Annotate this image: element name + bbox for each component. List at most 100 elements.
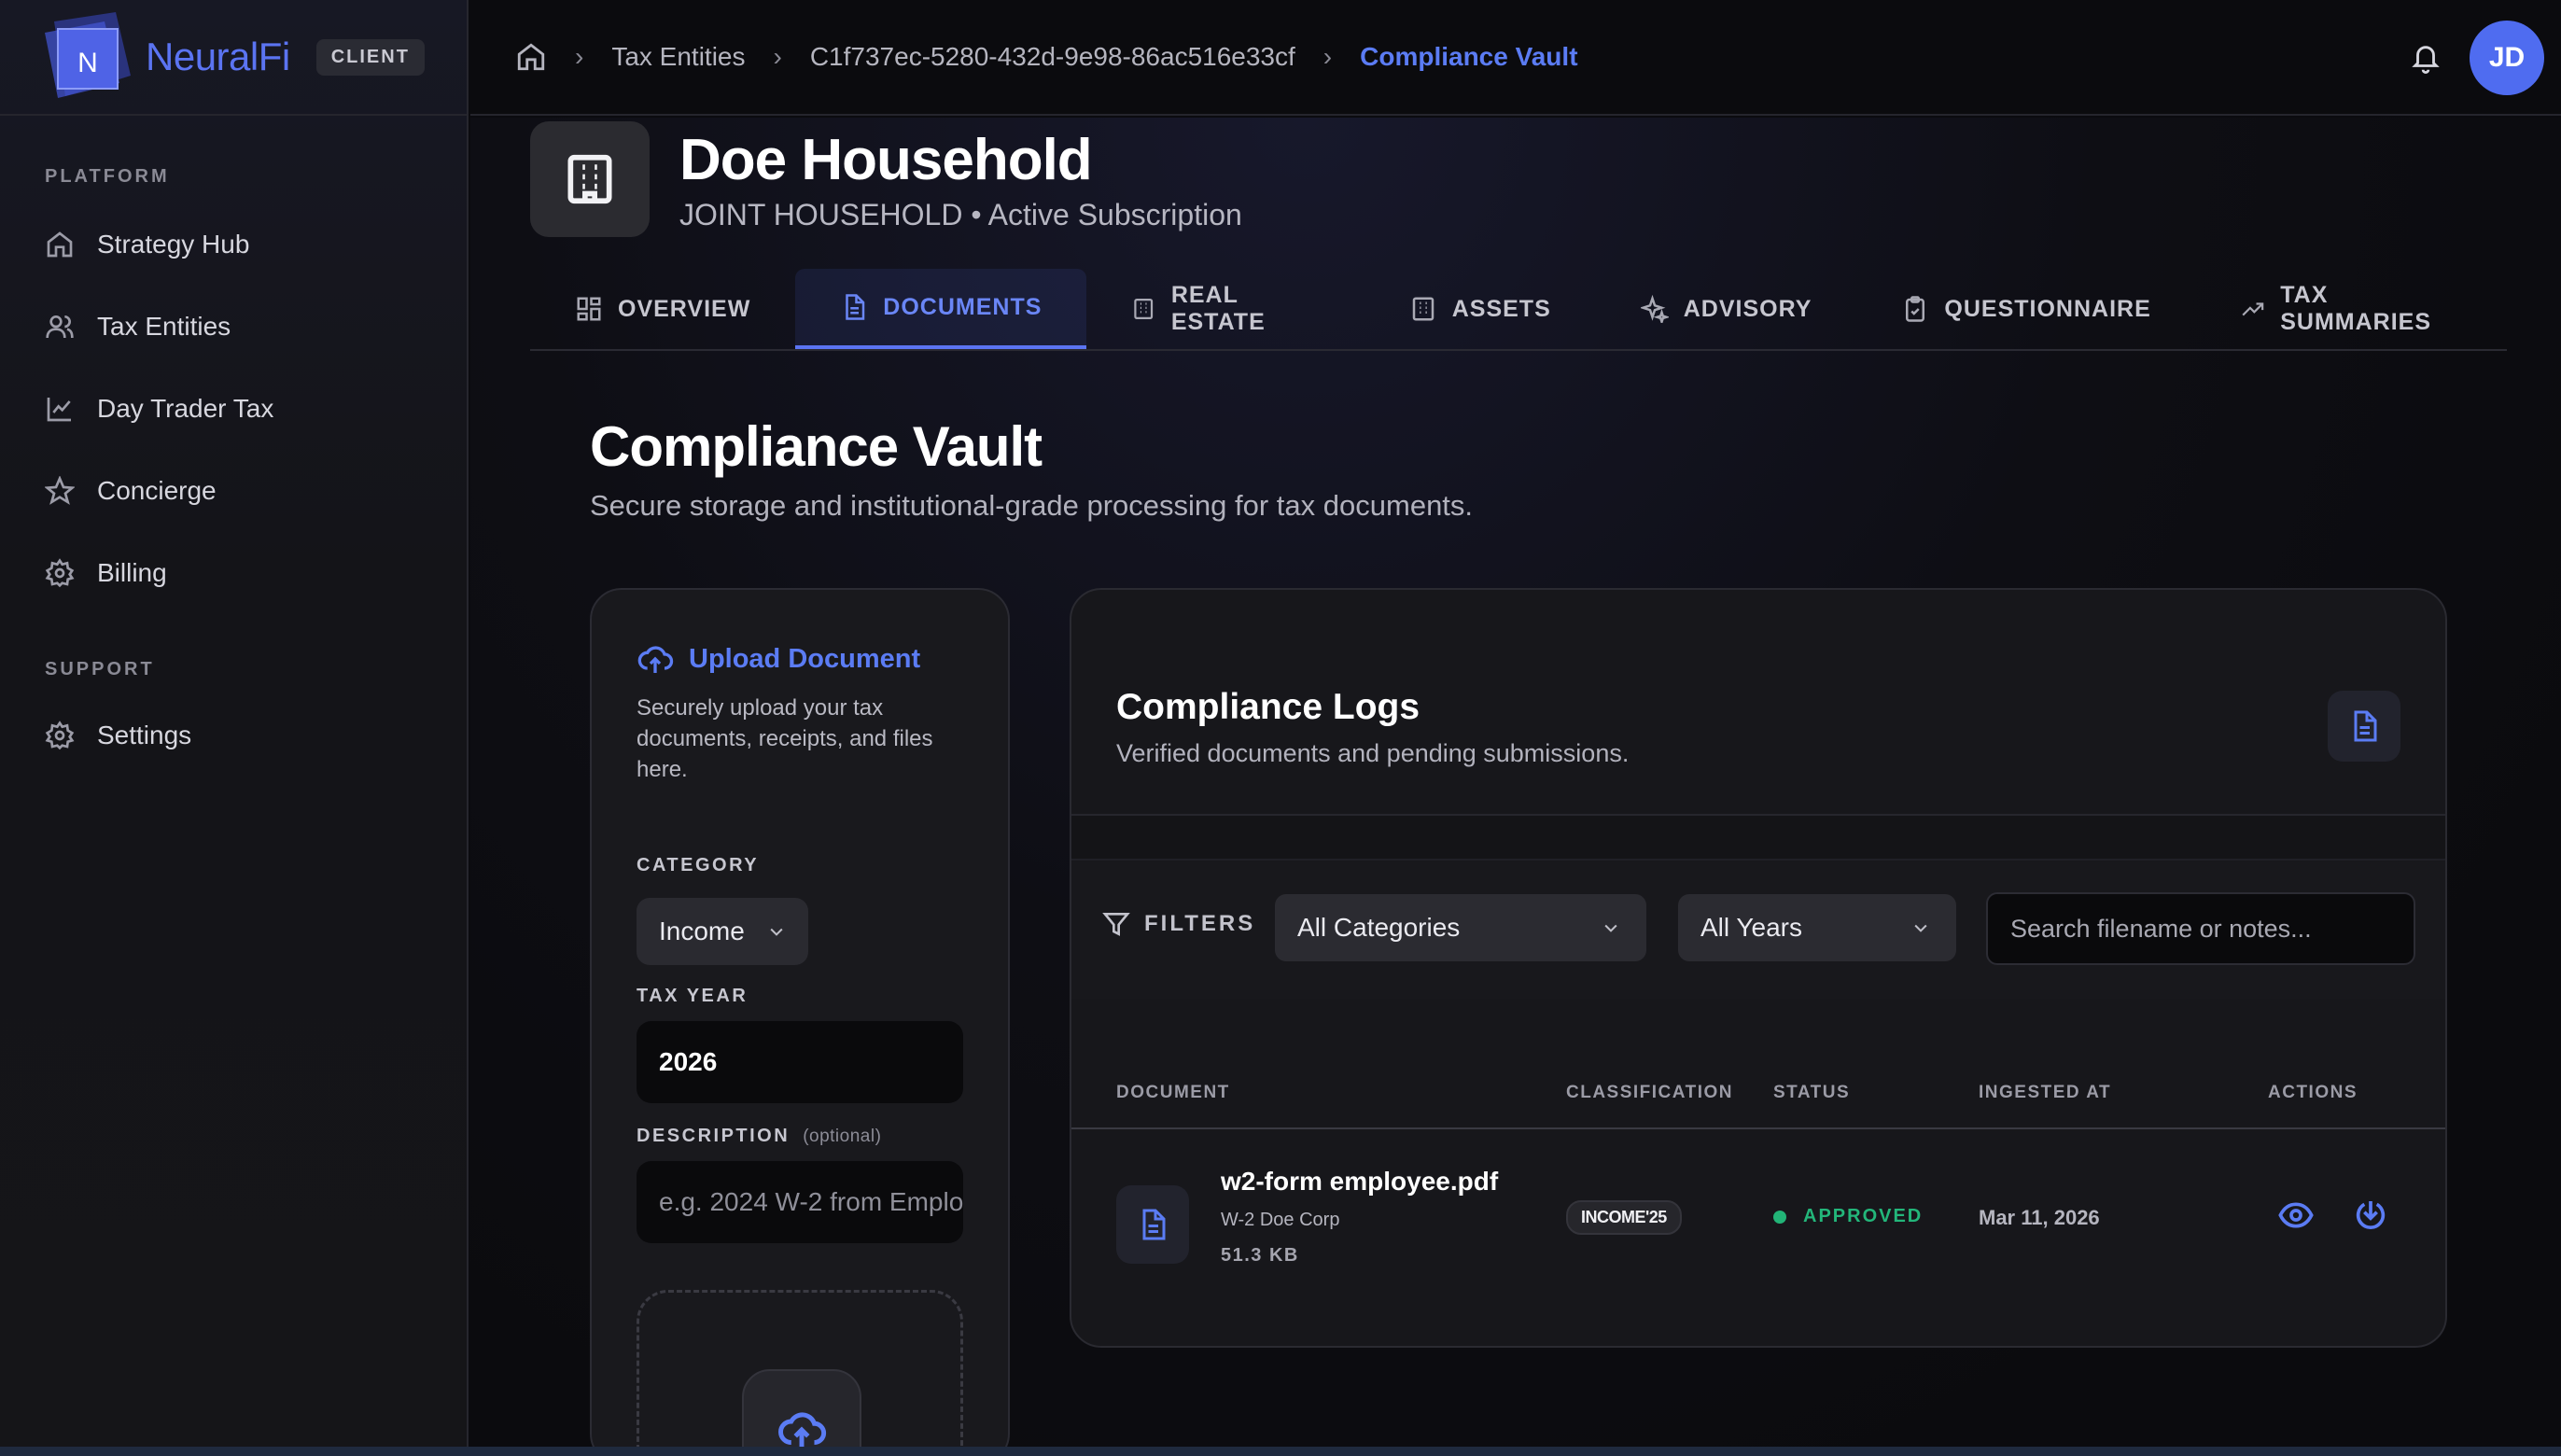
logs-subtitle: Verified documents and pending submissio… [1116,739,1630,767]
document-name[interactable]: w2-form employee.pdf [1221,1167,1498,1197]
entity-tabs: OVERVIEW DOCUMENTS REAL ESTATE ASSETS AD… [530,269,2507,351]
trending-up-icon [2242,302,2264,316]
entity-icon [530,121,650,237]
brand-name: NeuralFi [146,35,290,78]
clipboard-icon [1906,296,1925,322]
tab-assets[interactable]: ASSETS [1364,269,1596,349]
users-icon [46,315,74,339]
year-filter-value: All Years [1700,913,1802,942]
filters-row: FILTERS All Categories All Years Search … [1071,859,2445,999]
home-icon[interactable] [515,41,547,73]
tab-advisory[interactable]: ADVISORY [1596,269,1857,349]
tab-label: QUESTIONNAIRE [1944,295,2151,322]
page-title: Compliance Vault [590,415,1043,478]
chart-line-icon [47,398,71,422]
tab-label: DOCUMENTS [883,293,1043,320]
tab-questionnaire[interactable]: QUESTIONNAIRE [1856,269,2195,349]
category-value: Income [659,917,745,945]
column-header-status: STATUS [1773,1083,1851,1102]
status-badge: APPROVED [1773,1206,1923,1227]
tab-overview[interactable]: OVERVIEW [530,269,795,349]
search-input[interactable]: Search filename or notes... [1986,892,2415,965]
tab-label: OVERVIEW [618,295,751,322]
upload-header: Upload Document [637,640,920,678]
sidebar-item-concierge[interactable]: Concierge [0,450,467,532]
nav-section-platform: PLATFORM [45,166,170,187]
home-icon [47,231,73,258]
sidebar-item-label: Day Trader Tax [97,394,274,423]
tab-tax-summaries[interactable]: TAX SUMMARIES [2196,269,2507,349]
column-header-actions: ACTIONS [2268,1083,2358,1102]
filter-icon [1102,913,1130,936]
building-icon [567,154,612,204]
description-optional: (optional) [803,1127,882,1146]
tab-label: REAL ESTATE [1170,282,1266,335]
sidebar-item-settings[interactable]: Settings [0,694,467,777]
tab-label: TAX SUMMARIES [2280,282,2432,335]
document-meta: W-2 Doe Corp [1221,1210,1340,1230]
sidebar-item-tax-entities[interactable]: Tax Entities [0,286,467,368]
sidebar-item-day-trader-tax[interactable]: Day Trader Tax [0,368,467,450]
compliance-logs-card: Compliance Logs Verified documents and p… [1070,588,2447,1348]
sidebar-item-strategy-hub[interactable]: Strategy Hub [0,203,467,286]
chevron-down-icon [1604,924,1617,932]
chevron-right-icon: › [773,42,782,71]
sidebar-item-label: Billing [97,558,167,587]
file-icon [1142,1209,1166,1240]
download-icon[interactable] [2352,1197,2389,1234]
bell-icon[interactable] [2410,41,2442,75]
logo-icon[interactable]: N [37,8,138,105]
description-label: DESCRIPTION (optional) [637,1126,881,1147]
column-header-classification: CLASSIFICATION [1566,1083,1733,1102]
tab-label: ASSETS [1451,295,1551,322]
top-bar: › Tax Entities › C1f737ec-5280-432d-9e98… [470,0,2561,116]
file-icon [846,294,865,320]
building-icon [1134,298,1154,320]
tab-real-estate[interactable]: REAL ESTATE [1086,269,1364,349]
column-header-document: DOCUMENT [1116,1083,1230,1102]
tab-documents[interactable]: DOCUMENTS [795,269,1087,349]
description-input[interactable]: e.g. 2024 W-2 from Employer [637,1161,963,1243]
file-icon [2354,710,2377,742]
category-filter-select[interactable]: All Categories [1275,894,1646,961]
main-content: Doe Household JOINT HOUSEHOLD • Active S… [470,118,2561,1447]
logs-title: Compliance Logs [1116,687,1420,727]
tax-year-input[interactable]: 2026 [637,1021,963,1103]
chevron-down-icon [1914,924,1927,932]
classification-badge: INCOME'25 [1566,1200,1682,1235]
avatar[interactable]: JD [2470,21,2544,95]
gear-icon [45,721,75,750]
chevron-right-icon: › [575,42,584,71]
chevron-down-icon [770,928,783,936]
sidebar-item-billing[interactable]: Billing [0,532,467,614]
category-filter-value: All Categories [1297,913,1461,942]
breadcrumb: › Tax Entities › C1f737ec-5280-432d-9e98… [470,41,1578,73]
breadcrumb-tax-entities[interactable]: Tax Entities [611,42,745,72]
filters-bar: FILTERS All Categories All Years Search … [1071,814,2445,999]
grid-icon [577,297,601,321]
status-dot [1773,1210,1786,1224]
document-icon [1116,1185,1189,1264]
sidebar-item-label: Tax Entities [97,312,231,341]
eye-icon[interactable] [2277,1197,2315,1234]
entity-subtitle: JOINT HOUSEHOLD • Active Subscription [679,198,1242,231]
cloud-upload-icon [778,1412,827,1447]
filters-label-text: FILTERS [1144,911,1256,936]
entity-title: Doe Household [679,128,1093,192]
upload-title: Upload Document [689,643,921,674]
status-text: APPROVED [1803,1206,1924,1226]
sidebar: N NeuralFi CLIENT PLATFORM Strategy Hub … [0,0,469,1447]
bottom-strip [0,1447,2561,1456]
breadcrumb-current: Compliance Vault [1360,42,1578,71]
tax-year-label: TAX YEAR [637,986,749,1006]
upload-card: Upload Document Securely upload your tax… [590,588,1010,1447]
file-drop-zone[interactable] [637,1290,963,1447]
breadcrumb-entity-id[interactable]: C1f737ec-5280-432d-9e98-86ac516e33cf [810,42,1295,72]
gear-icon [45,558,75,588]
upload-description: Securely upload your tax documents, rece… [637,695,933,782]
page-subtitle: Secure storage and institutional-grade p… [590,489,1474,522]
sidebar-item-label: Settings [97,721,192,749]
client-badge: CLIENT [315,38,425,76]
category-select[interactable]: Income [637,898,808,965]
year-filter-select[interactable]: All Years [1678,894,1956,961]
